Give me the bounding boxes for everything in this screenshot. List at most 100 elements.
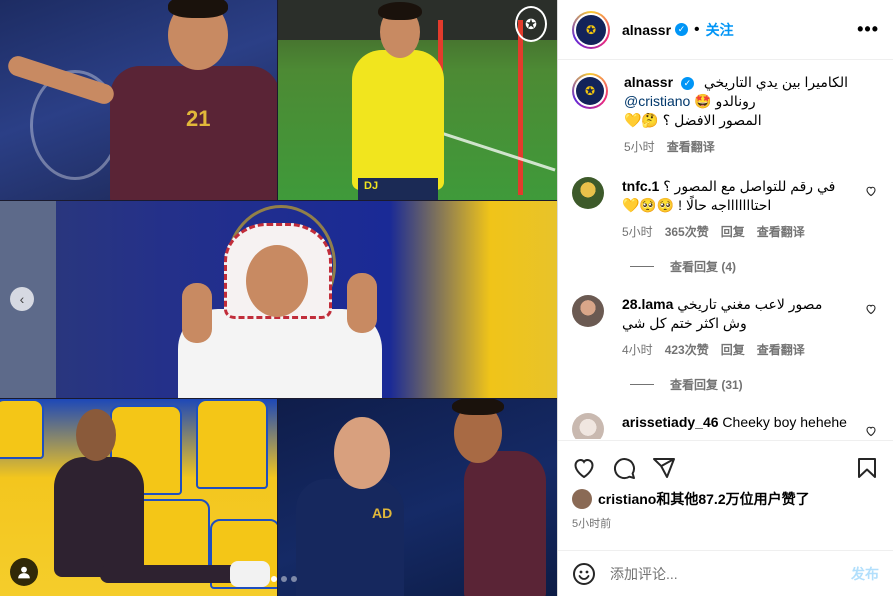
user-icon xyxy=(18,566,30,579)
jersey-number: 21 xyxy=(186,106,211,131)
coach-hair xyxy=(378,2,422,20)
player-jersey xyxy=(110,66,277,200)
player-hair xyxy=(168,0,228,18)
reply-button[interactable]: 回复 xyxy=(721,223,745,242)
comment-icon[interactable] xyxy=(612,456,636,480)
more-options-icon[interactable]: ••• xyxy=(857,19,879,40)
like-comment-icon[interactable] xyxy=(865,425,877,439)
stadium-seat xyxy=(196,399,268,489)
view-replies-button[interactable]: 查看回复 (4) xyxy=(630,258,893,275)
club-logo-icon: ✪ xyxy=(515,6,547,42)
pitch-line xyxy=(440,131,556,172)
timestamp: 5小时 xyxy=(622,225,653,239)
comment-input[interactable] xyxy=(610,565,851,582)
carousel-dot xyxy=(281,576,287,582)
thumbs-up-left xyxy=(182,283,212,343)
shorts-initials: DJ xyxy=(364,180,379,192)
avatar[interactable] xyxy=(572,295,604,327)
comment-likes[interactable]: 423次赞 xyxy=(665,341,709,360)
post-header: ✪ alnassr ✓ • 关注 ••• xyxy=(558,0,893,60)
goalpost xyxy=(518,20,523,195)
comment-item: tnfc.1 في رقم للتواصل مع المصور ؟ احتااا… xyxy=(558,157,893,242)
carousel-indicator xyxy=(271,576,297,582)
club-logo-icon: ✪ xyxy=(576,77,604,105)
verified-badge-icon: ✓ xyxy=(675,23,689,36)
carousel-prev-button[interactable]: ‹ xyxy=(10,287,34,311)
post-button[interactable]: 发布 xyxy=(851,564,879,584)
comment-username[interactable]: 28.lama xyxy=(622,296,673,312)
like-comment-icon[interactable] xyxy=(865,185,877,200)
avatar[interactable] xyxy=(572,413,604,439)
player-hair xyxy=(452,399,504,415)
caption-username[interactable]: alnassr xyxy=(624,74,673,90)
mention-link[interactable]: @cristiano xyxy=(624,93,690,109)
see-translation-button[interactable]: 查看翻译 xyxy=(757,341,805,360)
verified-badge-icon: ✓ xyxy=(680,76,694,90)
photo-staff-and-player: AD xyxy=(278,399,557,596)
player-jersey xyxy=(464,451,546,596)
post-caption: ✪ alnassr ✓ الكاميرا بين يدي التاريخي @c… xyxy=(558,61,893,157)
reply-button[interactable]: 回复 xyxy=(721,341,745,360)
caption-line: رونالدو 🤩 xyxy=(694,93,756,109)
comment-item: arissetiady_46 Cheeky boy hehehe xyxy=(558,393,893,439)
player-legs xyxy=(100,565,250,583)
staff-initials: AD xyxy=(372,505,393,521)
photo-player-celebrating: 21 xyxy=(0,0,277,200)
comment-text: في رقم للتواصل مع المصور ؟ xyxy=(663,178,836,194)
carousel-dot xyxy=(271,576,277,582)
timestamp: 5小时 xyxy=(624,140,655,154)
comments-scroll[interactable]: ✪ alnassr ✓ الكاميرا بين يدي التاريخي @c… xyxy=(558,61,893,439)
comment-username[interactable]: arissetiady_46 xyxy=(622,414,719,430)
liked-by-text: cristiano和其他87.2万位用户赞了 xyxy=(598,491,810,507)
liked-by-row[interactable]: cristiano和其他87.2万位用户赞了 xyxy=(572,489,879,509)
post-side-panel: ✪ alnassr ✓ • 关注 ••• ✪ alnassr ✓ الكامير… xyxy=(557,0,893,596)
separator: • xyxy=(694,20,700,38)
view-replies-label: 查看回复 (4) xyxy=(670,260,737,274)
player-shoe xyxy=(230,561,270,587)
view-replies-label: 查看回复 (31) xyxy=(670,378,743,392)
photo-president-thumbs-up xyxy=(0,201,557,398)
carousel-dot xyxy=(291,576,297,582)
share-icon[interactable] xyxy=(652,456,676,480)
caption-line: الكاميرا بين يدي التاريخي xyxy=(703,74,848,90)
thumbs-up-right xyxy=(347,273,377,333)
see-translation-button[interactable]: 查看翻译 xyxy=(757,223,805,242)
comment-text: وش اكثر ختم كل شي xyxy=(622,315,747,331)
emoji-icon[interactable] xyxy=(572,562,596,586)
post-actions: cristiano和其他87.2万位用户赞了 5小时前 xyxy=(558,440,893,531)
comment-text: Cheeky boy hehehe xyxy=(722,414,847,430)
player-head xyxy=(76,409,116,461)
bookmark-icon[interactable] xyxy=(855,456,879,480)
president-face xyxy=(246,245,308,317)
comment-text: مصور لاعب مغني تاريخي xyxy=(677,296,823,312)
see-translation-button[interactable]: 查看翻译 xyxy=(667,138,715,157)
comment-text: احتاااااااجه حالًا ! 🥺🥺💛 xyxy=(622,197,772,213)
post-media[interactable]: 21 DJ ✪ AD ‹ xyxy=(0,0,557,596)
header-username[interactable]: alnassr xyxy=(622,22,671,38)
coach-shirt xyxy=(352,50,444,190)
comment-username[interactable]: tnfc.1 xyxy=(622,178,659,194)
comment-item: 28.lama مصور لاعب مغني تاريخي وش اكثر خت… xyxy=(558,275,893,360)
player-tracksuit xyxy=(54,457,144,577)
comment-likes[interactable]: 365次赞 xyxy=(665,223,709,242)
timestamp: 4小时 xyxy=(622,343,653,357)
staff-head xyxy=(334,417,390,489)
photo-player-in-seats xyxy=(0,399,277,596)
avatar xyxy=(572,489,592,509)
avatar[interactable] xyxy=(572,177,604,209)
like-comment-icon[interactable] xyxy=(865,303,877,318)
comment-composer: 发布 xyxy=(558,550,893,596)
follow-button[interactable]: 关注 xyxy=(706,20,734,40)
tagged-people-button[interactable] xyxy=(10,558,38,586)
view-replies-button[interactable]: 查看回复 (31) xyxy=(630,376,893,393)
stadium-seat xyxy=(0,399,44,459)
chevron-left-icon: ‹ xyxy=(19,291,25,307)
staff-shirt xyxy=(296,479,404,596)
avatar[interactable]: ✪ xyxy=(572,10,610,49)
avatar[interactable]: ✪ xyxy=(572,73,608,109)
post-timestamp: 5小时前 xyxy=(572,518,612,530)
caption-line: المصور الافضل ؟ 🤔💛 xyxy=(624,112,762,128)
club-logo-icon: ✪ xyxy=(576,14,606,45)
like-heart-icon[interactable] xyxy=(572,456,596,480)
photo-coach-training: DJ ✪ xyxy=(278,0,557,200)
